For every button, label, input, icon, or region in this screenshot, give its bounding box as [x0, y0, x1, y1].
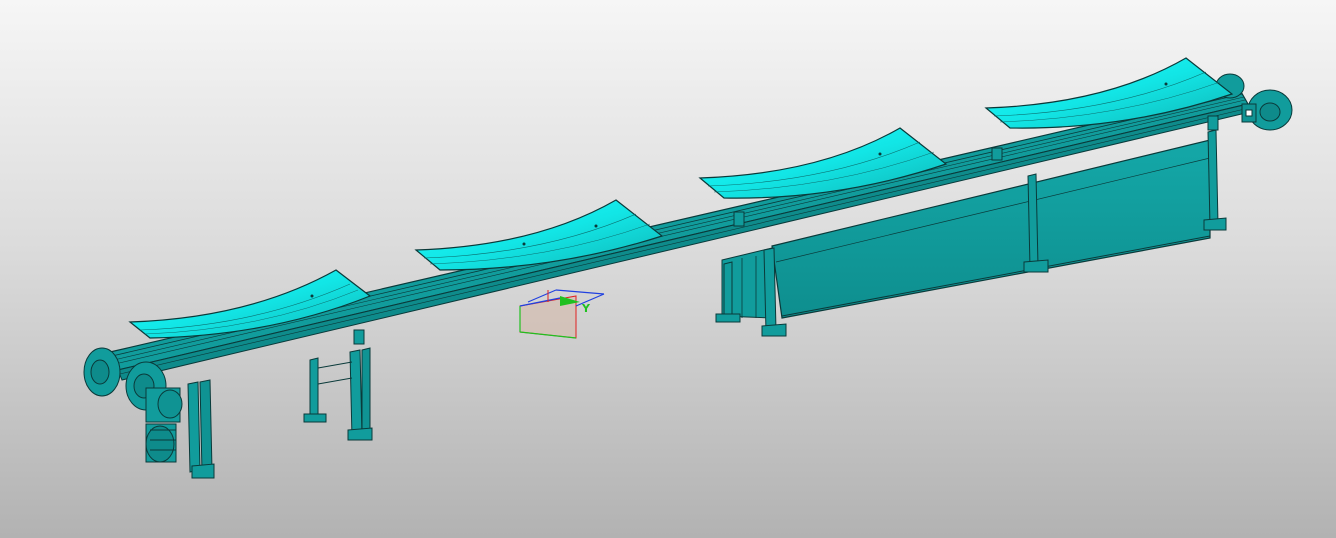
- conveyor-model[interactable]: Y: [0, 0, 1336, 538]
- coordinate-triad: [519, 289, 605, 339]
- cad-3d-viewport[interactable]: Y: [0, 0, 1336, 538]
- triad-y-label: Y: [581, 302, 591, 315]
